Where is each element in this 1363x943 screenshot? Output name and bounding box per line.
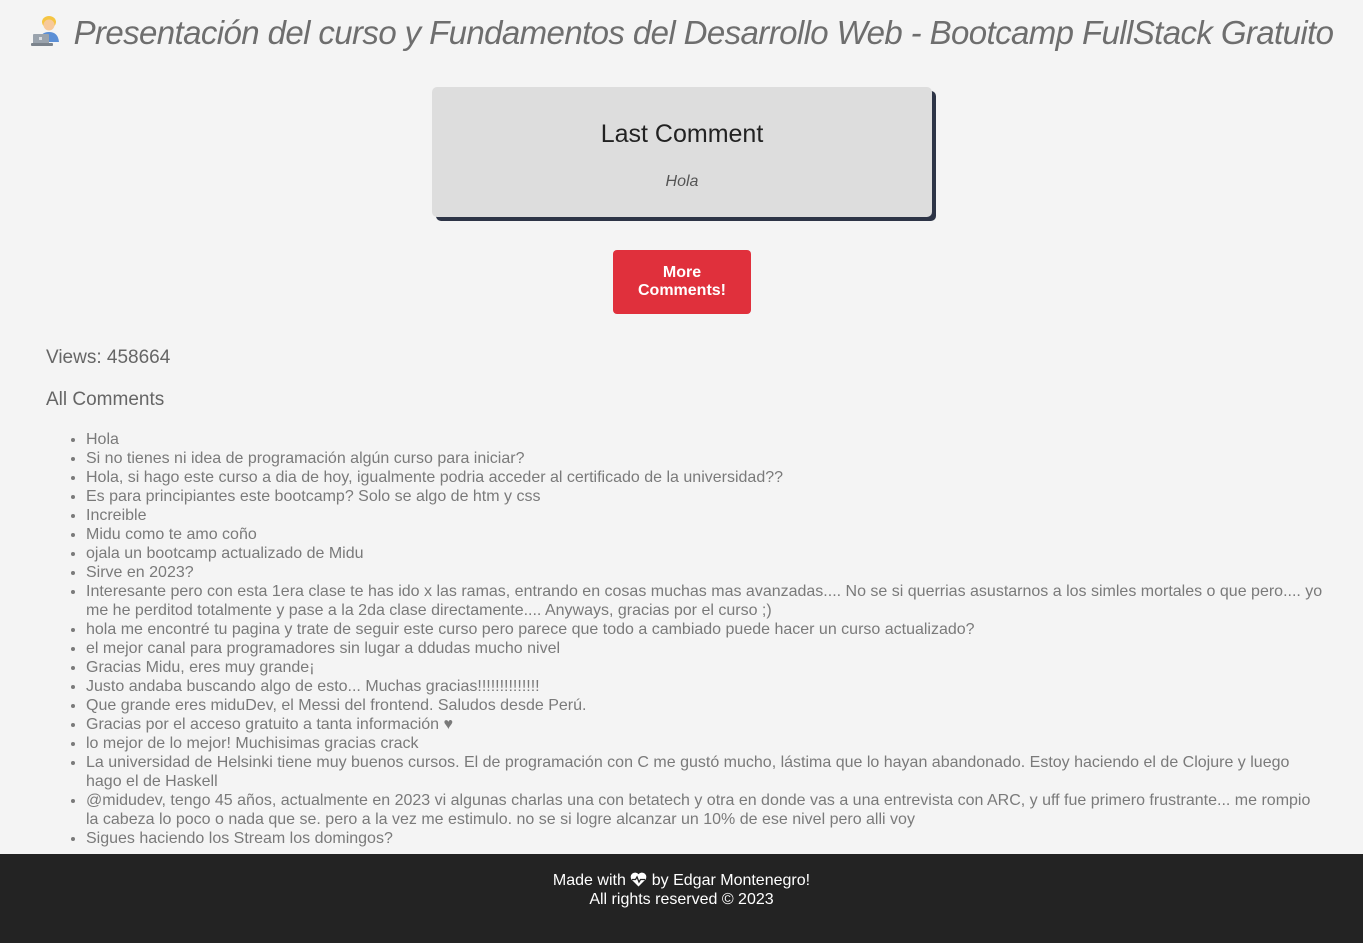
footer-made-with: Made with by Edgar Montenegro! [0,871,1363,890]
page-title: Presentación del curso y Fundamentos del… [0,14,1363,52]
comment-item: Es para principiantes este bootcamp? Sol… [86,487,1326,506]
comment-item: Si no tienes ni idea de programación alg… [86,449,1326,468]
footer-made-with-prefix: Made with [552,872,626,889]
comment-item: Hola, si hago este curso a dia de hoy, i… [86,468,1326,487]
last-comment-heading: Last Comment [600,120,764,148]
comment-item: @midudev, tengo 45 años, actualmente en … [86,791,1326,829]
comment-item: Midu como te amo coño [86,525,1326,544]
comment-item: Hola [86,430,1326,449]
last-comment-card: Last Comment Hola [432,87,932,217]
comment-item: Sigues haciendo los Stream los domingos? [86,829,1326,848]
views-count: Views: 458664 [46,347,171,368]
comment-item: Interesante pero con esta 1era clase te … [86,582,1326,620]
comment-item: Justo andaba buscando algo de esto... Mu… [86,677,1326,696]
technologist-emoji-icon [30,14,64,48]
comment-item: Increible [86,506,1326,525]
comment-item: lo mejor de lo mejor! Muchisimas gracias… [86,734,1326,753]
last-comment-text: Hola [665,173,699,190]
page: Presentación del curso y Fundamentos del… [0,0,1363,943]
footer: Made with by Edgar Montenegro! All right… [0,854,1363,943]
comment-item: hola me encontré tu pagina y trate de se… [86,620,1326,639]
comment-item: el mejor canal para programadores sin lu… [86,639,1326,658]
comment-item: ojala un bootcamp actualizado de Midu [86,544,1326,563]
comments-list: HolaSi no tienes ni idea de programación… [46,430,1326,848]
footer-rights: All rights reserved © 2023 [589,891,774,908]
comment-item: Que grande eres miduDev, el Messi del fr… [86,696,1326,715]
comment-item: Sirve en 2023? [86,563,1326,582]
page-title-text: Presentación del curso y Fundamentos del… [73,14,1334,51]
heart-pulse-icon [630,872,647,887]
comment-item: La universidad de Helsinki tiene muy bue… [86,753,1326,791]
comment-item: Gracias por el acceso gratuito a tanta i… [86,715,1326,734]
all-comments-heading: All Comments [46,389,165,410]
comment-item: Gracias Midu, eres muy grande¡ [86,658,1326,677]
footer-made-with-suffix: by Edgar Montenegro! [651,872,811,889]
more-comments-button[interactable]: More Comments! [613,250,751,314]
